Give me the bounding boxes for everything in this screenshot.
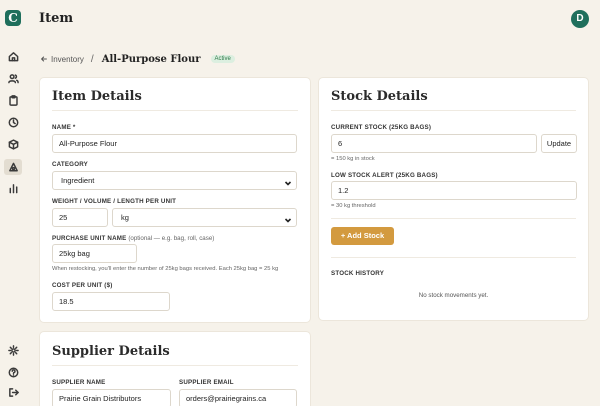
breadcrumb-inventory-label: Inventory [51, 54, 84, 64]
update-button[interactable]: Update [541, 134, 577, 153]
clipboard-icon[interactable] [6, 93, 20, 107]
page-title: Item [39, 11, 74, 26]
divider [331, 110, 576, 111]
current-stock-input[interactable]: 6 [331, 134, 537, 153]
stock-history-label: STOCK HISTORY [331, 270, 385, 277]
low-stock-alert-input[interactable]: 1.2 [331, 181, 577, 200]
chart-icon[interactable] [6, 181, 20, 195]
breadcrumb-separator: / [90, 53, 94, 65]
divider [52, 110, 298, 111]
gear-icon[interactable] [6, 343, 20, 357]
low-stock-alert-label: LOW STOCK ALERT (25KG BAGS) [331, 172, 438, 179]
unit-select[interactable]: kg [112, 208, 297, 227]
purchase-unit-optional-note: (optional — e.g. bag, roll, case) [128, 235, 215, 242]
box-icon[interactable] [6, 137, 20, 151]
stock-history-empty: No stock movements yet. [418, 292, 489, 299]
supplier-email-input[interactable]: orders@prairiegrains.ca [179, 389, 297, 406]
purchase-unit-label-text: PURCHASE UNIT NAME [52, 235, 127, 242]
supplier-details-card: Supplier Details SUPPLIER NAME Prairie G… [40, 332, 310, 406]
current-stock-label: CURRENT STOCK (25KG BAGS) [331, 124, 432, 131]
chevron-down-icon [284, 176, 292, 186]
weight-input[interactable]: 25 [52, 208, 108, 227]
ingredients-icon[interactable] [4, 159, 22, 175]
weight-label: WEIGHT / VOLUME / LENGTH PER UNIT [52, 198, 177, 205]
name-input[interactable]: All-Purpose Flour [52, 134, 297, 153]
help-icon[interactable] [6, 365, 20, 379]
plus-icon: + [340, 231, 346, 240]
category-value: Ingredient [61, 176, 95, 185]
supplier-name-label: SUPPLIER NAME [52, 379, 106, 386]
low-stock-alert-hint: = 30 kg threshold [331, 203, 376, 209]
add-stock-button[interactable]: + Add Stock [331, 227, 394, 245]
chevron-down-icon [284, 213, 292, 223]
purchase-unit-label: PURCHASE UNIT NAME (optional — e.g. bag,… [52, 235, 214, 242]
user-avatar[interactable]: D [571, 10, 589, 28]
divider [331, 218, 576, 219]
stock-details-card: Stock Details CURRENT STOCK (25KG BAGS) … [319, 78, 588, 320]
supplier-name-input[interactable]: Prairie Grain Distributors [52, 389, 171, 406]
name-label: NAME * [52, 124, 76, 131]
logout-icon[interactable] [6, 385, 20, 399]
status-badge: Active [210, 55, 235, 63]
supplier-details-title: Supplier Details [52, 344, 170, 359]
purchase-unit-input[interactable]: 25kg bag [52, 244, 137, 263]
clock-icon[interactable] [6, 115, 20, 129]
item-details-card: Item Details NAME * All-Purpose Flour CA… [40, 78, 310, 322]
cost-label: COST PER UNIT ($) [52, 282, 113, 289]
users-icon[interactable] [6, 71, 20, 85]
arrow-left-icon [41, 56, 47, 62]
back-to-inventory-link[interactable]: Inventory [40, 55, 84, 64]
divider [331, 257, 576, 258]
home-icon[interactable] [6, 49, 20, 63]
divider [52, 365, 298, 366]
breadcrumb: Inventory / All-Purpose Flour Active [40, 52, 235, 66]
category-select[interactable]: Ingredient [52, 171, 297, 190]
sidebar: C [0, 0, 26, 406]
current-stock-hint: = 150 kg in stock [331, 156, 375, 162]
breadcrumb-current: All-Purpose Flour [101, 53, 201, 65]
restock-hint: When restocking, you'll enter the number… [52, 266, 279, 272]
supplier-email-label: SUPPLIER EMAIL [179, 379, 234, 386]
app-logo[interactable]: C [5, 10, 21, 26]
category-label: CATEGORY [52, 161, 88, 168]
stock-details-title: Stock Details [331, 89, 428, 104]
cost-input[interactable]: 18.5 [52, 292, 170, 311]
unit-value: kg [121, 213, 129, 222]
add-stock-label: Add Stock [347, 231, 385, 240]
item-details-title: Item Details [52, 89, 142, 104]
